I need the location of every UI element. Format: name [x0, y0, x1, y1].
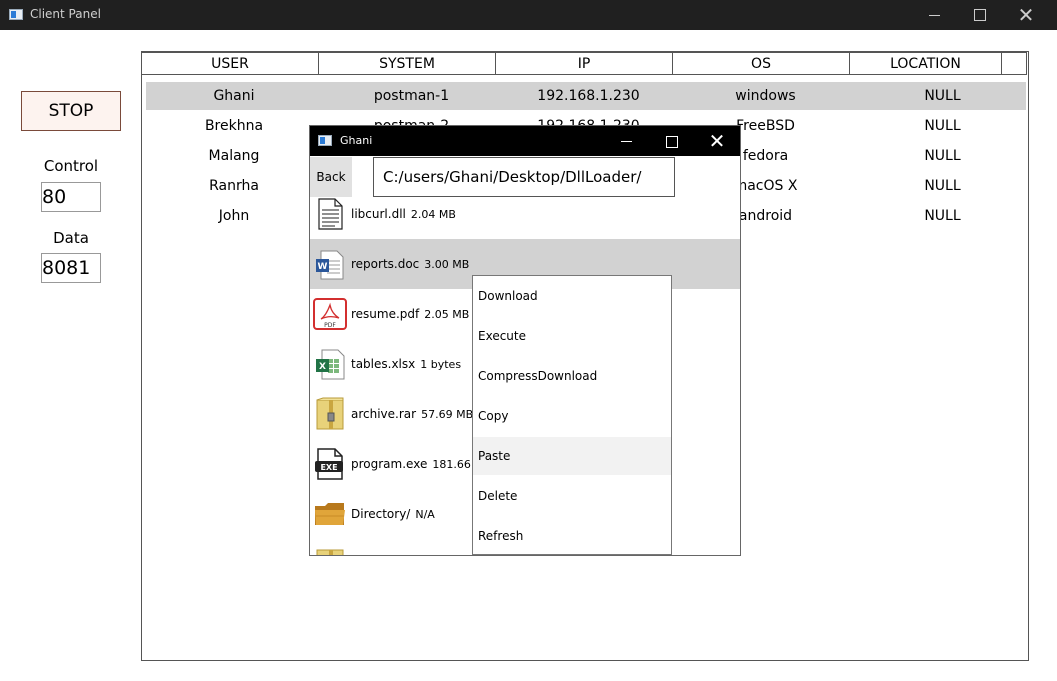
cell-location: NULL	[924, 208, 961, 224]
minimize-icon	[928, 14, 940, 16]
column-header-filler	[1001, 52, 1027, 75]
svg-text:W: W	[318, 262, 328, 272]
cell-user: Brekhna	[204, 118, 264, 134]
control-port-input[interactable]: 80	[41, 182, 101, 212]
cell-location: NULL	[924, 88, 961, 104]
pdf-icon: PDF	[313, 298, 347, 330]
file-size: 3.00 MB	[424, 258, 470, 271]
cell-user: Ghani	[213, 88, 255, 104]
table-row[interactable]: Ghani postman-1 192.168.1.230 windows NU…	[146, 82, 1026, 110]
file-browser-title: Ghani	[340, 134, 373, 147]
folder-icon	[315, 503, 345, 525]
app-icon	[9, 9, 23, 20]
file-size: 2.05 MB	[424, 308, 470, 321]
archive-icon	[316, 397, 344, 430]
file-browser-close-button[interactable]: ✕	[694, 126, 740, 156]
cell-location: NULL	[924, 148, 961, 164]
word-doc-icon: W	[316, 250, 344, 280]
cell-system: postman-1	[373, 88, 450, 104]
file-label: resume.pdf 2.05 MB	[351, 289, 469, 339]
maximize-button[interactable]	[957, 0, 1003, 30]
file-label: tables.xlsx 1 bytes	[351, 339, 461, 389]
column-header-ip[interactable]: IP	[495, 52, 673, 75]
cell-user: Ranrha	[209, 178, 259, 194]
maximize-icon	[666, 135, 678, 148]
cell-user: John	[218, 208, 250, 224]
column-header-system[interactable]: SYSTEM	[318, 52, 496, 75]
minimize-icon	[620, 141, 632, 142]
file-name: program.exe	[351, 457, 428, 471]
close-button[interactable]: ✕	[1003, 0, 1049, 30]
cell-location: NULL	[924, 178, 961, 194]
file-name: resume.pdf	[351, 307, 420, 321]
close-icon: ✕	[708, 129, 726, 153]
menu-item-refresh[interactable]: Refresh	[473, 517, 671, 555]
close-icon: ✕	[1017, 3, 1035, 27]
stop-button[interactable]: STOP	[21, 91, 121, 131]
menu-item-delete[interactable]: Delete	[473, 477, 671, 515]
file-name: Directory/	[351, 507, 411, 521]
menu-item-execute[interactable]: Execute	[473, 317, 671, 355]
svg-text:EXE: EXE	[320, 463, 337, 472]
file-label: program.exe 181.66 MB	[351, 439, 491, 489]
column-header-location[interactable]: LOCATION	[849, 52, 1002, 75]
cell-user: Malang	[208, 148, 260, 164]
file-name: tables.xlsx	[351, 357, 416, 371]
file-size: 2.04 MB	[410, 208, 456, 221]
cell-os: windows	[735, 88, 796, 104]
file-browser-maximize-button[interactable]	[649, 126, 695, 156]
menu-item-compress-download[interactable]: CompressDownload	[473, 357, 671, 395]
file-label: archive.rar 57.69 MB	[351, 389, 473, 439]
maximize-icon	[974, 9, 986, 21]
archive-icon	[316, 549, 344, 555]
column-header-os[interactable]: OS	[672, 52, 850, 75]
cell-ip: 192.168.1.230	[537, 88, 640, 104]
minimize-button[interactable]	[911, 0, 957, 30]
window-title: Client Panel	[30, 7, 101, 21]
context-menu: Download Execute CompressDownload Copy P…	[472, 275, 672, 555]
data-port-label: Data	[53, 229, 89, 247]
file-label: Directory/N/A	[351, 489, 435, 539]
menu-item-copy[interactable]: Copy	[473, 397, 671, 435]
app-icon	[318, 135, 332, 146]
back-button[interactable]: Back	[310, 157, 352, 197]
excel-icon: X	[316, 349, 345, 380]
column-header-user[interactable]: USER	[141, 52, 319, 75]
file-browser-title-bar: Ghani ✕	[310, 126, 740, 156]
file-name: libcurl.dll	[351, 207, 406, 221]
file-size: 1 bytes	[420, 358, 462, 371]
menu-item-download[interactable]: Download	[473, 277, 671, 315]
file-label: reports.doc 3.00 MB	[351, 239, 469, 289]
title-bar: Client Panel ✕	[0, 0, 1057, 30]
control-port-label: Control	[43, 157, 99, 175]
exe-icon: EXE	[315, 448, 343, 480]
file-size: 57.69 MB	[421, 408, 474, 421]
cell-location: NULL	[924, 118, 961, 134]
file-name: archive.rar	[351, 407, 417, 421]
svg-text:PDF: PDF	[324, 322, 336, 329]
file-size: N/A	[415, 508, 435, 521]
svg-text:X: X	[319, 362, 326, 372]
file-browser-minimize-button[interactable]	[603, 126, 649, 156]
menu-item-paste[interactable]: Paste	[473, 437, 671, 475]
data-port-input[interactable]: 8081	[41, 253, 101, 283]
path-input[interactable]: C:/users/Ghani/Desktop/DllLoader/	[373, 157, 675, 197]
file-name: reports.doc	[351, 257, 420, 271]
text-file-icon	[318, 198, 343, 230]
